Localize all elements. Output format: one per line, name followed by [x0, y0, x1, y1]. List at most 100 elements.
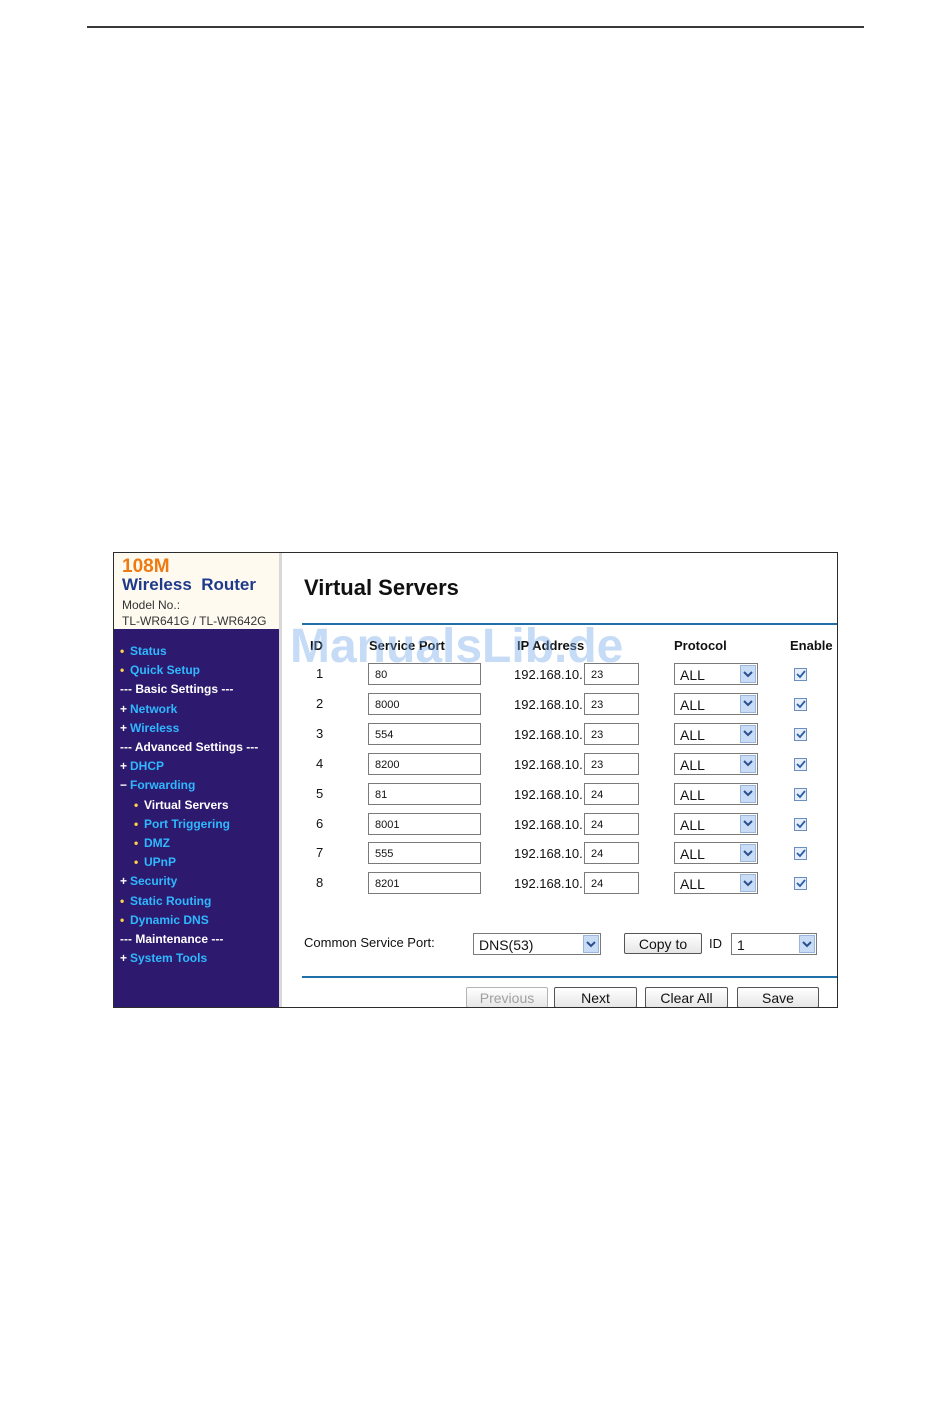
nav-label: --- Basic Settings ---	[120, 682, 234, 697]
protocol-select[interactable]: ALL	[674, 872, 758, 895]
nav-label: Status	[130, 644, 167, 658]
nav-label: System Tools	[130, 951, 208, 966]
common-service-port-label: Common Service Port:	[304, 935, 435, 950]
sidebar-item-status[interactable]: • Status	[120, 644, 167, 658]
expand-icon: +	[120, 759, 128, 774]
sidebar-nav: • Status • Quick Setup --- Basic Settings --…	[114, 629, 282, 1007]
ip-address-input[interactable]: 24	[584, 872, 639, 895]
service-port-input[interactable]: 80	[368, 663, 481, 685]
protocol-select[interactable]: ALL	[674, 842, 758, 865]
ip-address-input[interactable]: 24	[584, 842, 639, 865]
enable-checkbox[interactable]	[794, 757, 807, 771]
nav-section-advanced-settings: --- Advanced Settings ---	[120, 740, 258, 754]
clear-all-button[interactable]: Clear All	[645, 987, 728, 1007]
ip-address-input[interactable]: 23	[584, 722, 639, 745]
ip-address-input[interactable]: 23	[584, 663, 639, 685]
protocol-select[interactable]: ALL	[674, 812, 758, 835]
enable-checkbox[interactable]	[794, 847, 807, 861]
brand-name: Wireless Router	[122, 575, 256, 594]
sidebar-item-wireless[interactable]: + Wireless	[120, 721, 179, 735]
sidebar-item-security[interactable]: + Security	[120, 874, 177, 888]
nav-label: Forwarding	[130, 778, 196, 793]
save-button[interactable]: Save	[737, 987, 819, 1007]
next-button[interactable]: Next	[554, 987, 637, 1007]
previous-button[interactable]: Previous	[466, 987, 548, 1007]
column-header-ip-address: IP Address	[517, 638, 585, 653]
page-title: Virtual Servers	[304, 575, 459, 600]
bullet-icon: •	[120, 644, 125, 658]
sidebar-item-port-triggering[interactable]: • Port Triggering	[134, 817, 230, 831]
protocol-value: ALL	[680, 816, 705, 833]
sidebar-item-dmz[interactable]: • DMZ	[134, 836, 170, 850]
sidebar-item-virtual-servers[interactable]: • Virtual Servers	[134, 798, 229, 812]
row-id: 3	[316, 725, 324, 741]
row-id: 2	[316, 695, 324, 711]
checkmark-icon	[795, 730, 806, 739]
sidebar-item-quick-setup[interactable]: • Quick Setup	[120, 663, 200, 677]
copy-to-id-select[interactable]: 1	[731, 933, 817, 955]
checkmark-icon	[795, 790, 806, 799]
row-id: 5	[316, 785, 324, 801]
router-admin-window: 108M Wireless Router Model No.: TL-WR641…	[113, 552, 838, 1008]
protocol-select[interactable]: ALL	[674, 663, 758, 685]
service-port-input[interactable]: 8201	[368, 872, 481, 895]
ip-address-input[interactable]: 24	[584, 812, 639, 835]
ip-address-input[interactable]: 23	[584, 692, 639, 715]
common-service-port-select[interactable]: DNS(53)	[473, 933, 601, 955]
ip-prefix: 192.168.10.	[514, 696, 583, 712]
nav-label: Network	[130, 701, 178, 716]
service-port-input[interactable]: 81	[368, 782, 481, 805]
column-header-service-port: Service Port	[369, 638, 445, 653]
column-header-id: ID	[310, 638, 323, 653]
common-service-port-value: DNS(53)	[479, 937, 534, 953]
chevron-down-icon	[740, 844, 756, 863]
enable-checkbox[interactable]	[794, 697, 807, 711]
sidebar-item-upnp[interactable]: • UPnP	[134, 855, 176, 869]
checkmark-icon	[795, 819, 806, 829]
service-port-input[interactable]: 8001	[368, 812, 481, 835]
checkmark-icon	[795, 879, 806, 888]
nav-label: UPnP	[144, 855, 177, 870]
row-id: 4	[316, 755, 324, 771]
sidebar-item-forwarding[interactable]: − Forwarding	[120, 778, 195, 792]
bullet-icon: •	[134, 855, 139, 870]
service-port-input[interactable]: 8000	[368, 692, 481, 715]
ip-prefix: 192.168.10.	[514, 786, 583, 802]
sidebar-item-dhcp[interactable]: + DHCP	[120, 759, 164, 773]
chevron-down-icon	[799, 935, 815, 953]
enable-checkbox[interactable]	[794, 727, 807, 741]
service-port-input[interactable]: 554	[368, 722, 481, 745]
model-number: TL-WR641G / TL-WR642G	[122, 614, 267, 628]
copy-to-id-label: ID	[709, 936, 722, 951]
enable-checkbox[interactable]	[794, 817, 807, 831]
protocol-select[interactable]: ALL	[674, 722, 758, 745]
nav-label: Port Triggering	[144, 816, 231, 831]
nav-label: Security	[130, 874, 178, 889]
chevron-down-icon	[740, 874, 756, 893]
sidebar-item-network[interactable]: + Network	[120, 702, 177, 716]
ip-prefix: 192.168.10.	[514, 846, 583, 862]
brand-header: 108M Wireless Router Model No.: TL-WR641…	[114, 553, 282, 629]
checkmark-icon	[795, 760, 806, 769]
enable-checkbox[interactable]	[794, 668, 807, 681]
nav-label: --- Advanced Settings ---	[120, 740, 259, 754]
copy-to-button[interactable]: Copy to	[624, 933, 702, 954]
protocol-select[interactable]: ALL	[674, 692, 758, 715]
protocol-select[interactable]: ALL	[674, 752, 758, 775]
bullet-icon: •	[120, 912, 125, 927]
sidebar-item-static-routing[interactable]: • Static Routing	[120, 894, 211, 908]
sidebar-item-system-tools[interactable]: + System Tools	[120, 951, 207, 965]
bullet-icon: •	[134, 836, 139, 850]
nav-label: Virtual Servers	[144, 797, 229, 812]
service-port-input[interactable]: 555	[368, 842, 481, 865]
sidebar-item-dynamic-dns[interactable]: • Dynamic DNS	[120, 913, 209, 927]
enable-checkbox[interactable]	[794, 877, 807, 891]
service-port-input[interactable]: 8200	[368, 752, 481, 775]
protocol-select[interactable]: ALL	[674, 782, 758, 805]
enable-checkbox[interactable]	[794, 787, 807, 801]
protocol-value: ALL	[680, 696, 705, 713]
nav-label: --- Maintenance ---	[120, 932, 224, 946]
expand-icon: +	[120, 701, 128, 716]
ip-address-input[interactable]: 23	[584, 752, 639, 775]
ip-address-input[interactable]: 24	[584, 782, 639, 805]
